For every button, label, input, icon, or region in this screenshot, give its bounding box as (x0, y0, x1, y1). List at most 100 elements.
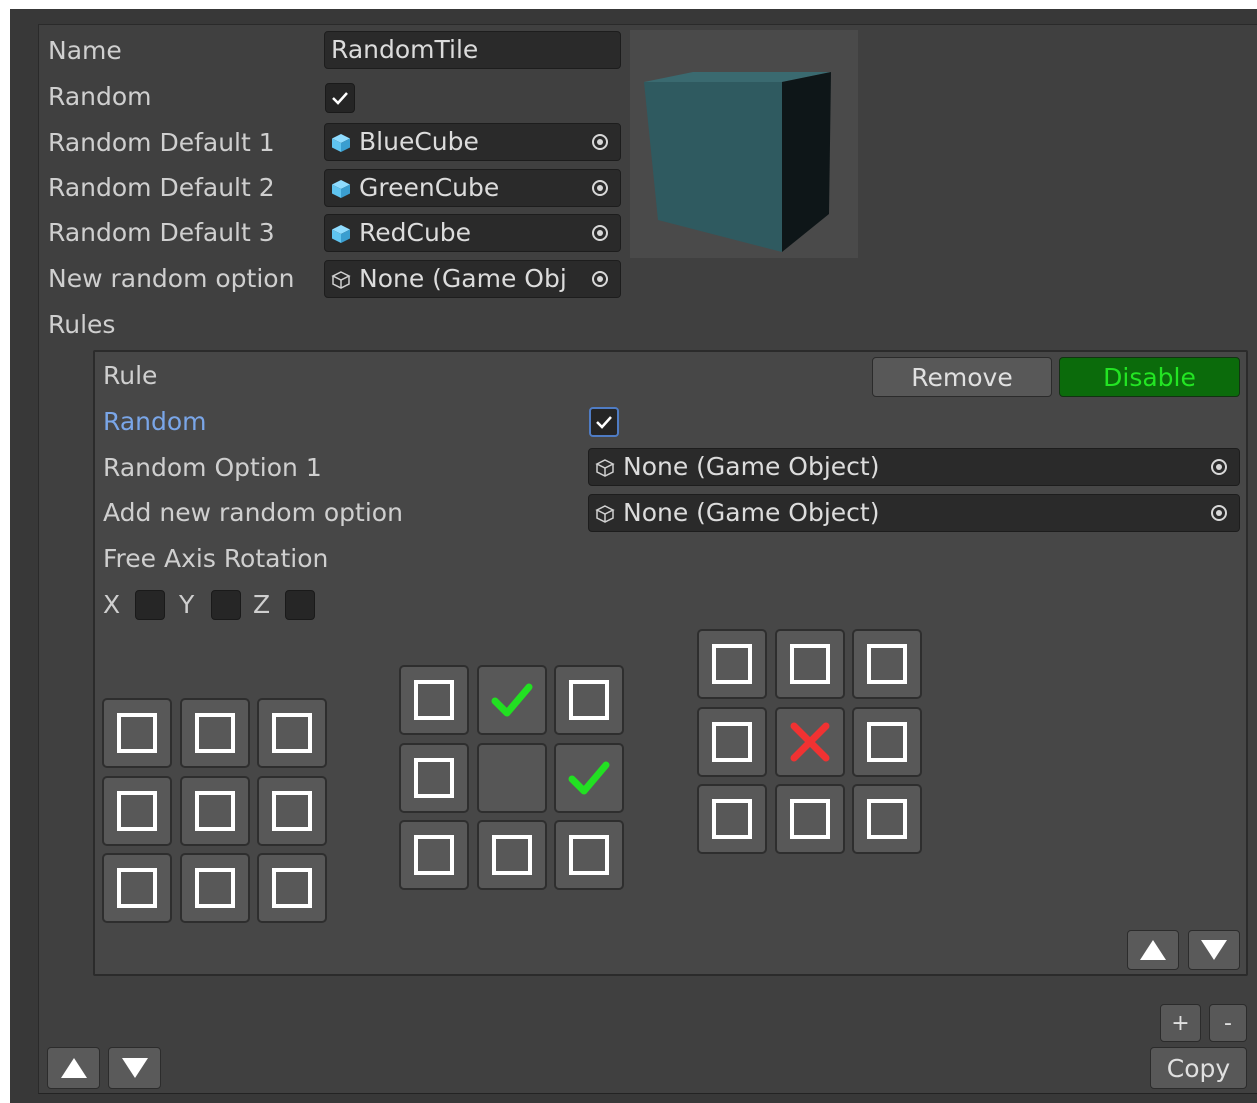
rule-random-label: Random (103, 407, 207, 436)
add-new-random-option-value: None (Game Object) (623, 498, 880, 527)
neighbor-cell[interactable] (697, 784, 767, 854)
free-axis-rotation-label: Free Axis Rotation (103, 544, 329, 573)
random-checkbox[interactable] (325, 83, 355, 113)
axis-y-label: Y (179, 590, 195, 619)
any-neighbor-icon (712, 644, 752, 684)
any-neighbor-icon (789, 644, 830, 684)
any-neighbor-icon (272, 790, 312, 831)
green-check-icon (568, 761, 610, 794)
disable-button[interactable]: Disable (1059, 357, 1240, 397)
random-default-2-value: GreenCube (359, 173, 500, 202)
neighbor-cell[interactable] (476, 742, 547, 813)
cube-preview-image (644, 72, 831, 252)
random-option-1-value: None (Game Object) (623, 452, 880, 481)
move-up-button[interactable] (47, 1047, 100, 1089)
neighbor-cell[interactable] (774, 784, 845, 854)
object-picker-button[interactable] (580, 215, 620, 251)
neighbor-cell[interactable] (697, 706, 767, 777)
neighbor-cell[interactable] (554, 820, 624, 890)
object-picker-button[interactable] (1199, 449, 1239, 485)
any-neighbor-icon (194, 868, 235, 908)
random-default-3-value: RedCube (359, 218, 472, 247)
object-picker-button[interactable] (580, 124, 620, 160)
neighbor-cell[interactable] (774, 629, 845, 699)
any-neighbor-icon (117, 868, 157, 908)
arrow-down-icon (1201, 940, 1227, 960)
any-neighbor-icon (867, 721, 907, 762)
any-neighbor-icon (272, 868, 312, 908)
axis-z-checkbox[interactable] (285, 590, 315, 620)
neighbor-cell[interactable] (257, 698, 327, 768)
random-label: Random (48, 82, 152, 111)
any-neighbor-icon (867, 644, 907, 684)
neighbor-cell[interactable] (554, 665, 624, 735)
add-new-random-option-field[interactable]: None (Game Object) (588, 494, 1240, 532)
neighbor-cell[interactable] (179, 775, 250, 846)
neighbor-cell[interactable] (476, 665, 547, 735)
blue-cube-icon (332, 225, 350, 243)
copy-button[interactable]: Copy (1150, 1047, 1247, 1089)
any-neighbor-icon (414, 680, 454, 720)
blue-cube-icon (332, 180, 350, 198)
target-icon (592, 271, 608, 287)
axis-z-label: Z (253, 590, 271, 619)
name-input[interactable]: RandomTile (324, 31, 621, 69)
remove-rule-button[interactable]: - (1209, 1004, 1247, 1042)
rule-move-up-button[interactable] (1127, 930, 1179, 970)
neighbor-cell[interactable] (257, 775, 327, 846)
neighbor-cell[interactable] (102, 698, 172, 768)
any-neighbor-icon (712, 721, 752, 762)
rule-move-down-button[interactable] (1188, 930, 1240, 970)
neighbor-cell[interactable] (179, 698, 250, 768)
arrow-up-icon (1140, 940, 1166, 960)
neighbor-cell[interactable] (852, 629, 922, 699)
random-default-2-field[interactable]: GreenCube (324, 169, 621, 207)
any-neighbor-icon (569, 680, 609, 720)
object-picker-button[interactable] (580, 170, 620, 206)
any-neighbor-icon (867, 799, 907, 839)
green-check-icon (491, 683, 532, 717)
rule-title: Rule (103, 361, 158, 390)
new-random-option-value: None (Game Obj (359, 264, 567, 293)
random-option-1-field[interactable]: None (Game Object) (588, 448, 1240, 486)
checkmark-icon (596, 416, 612, 429)
game-object-icon (331, 271, 351, 289)
neighbor-cell[interactable] (554, 742, 624, 813)
any-neighbor-icon (569, 835, 609, 875)
add-new-random-option-label: Add new random option (103, 498, 403, 527)
axis-x-label: X (103, 590, 121, 619)
rule-random-checkbox[interactable] (589, 407, 619, 437)
any-neighbor-icon (272, 713, 312, 753)
move-down-button[interactable] (108, 1047, 161, 1089)
neighbor-cell[interactable] (399, 742, 469, 813)
any-neighbor-icon (414, 757, 454, 798)
neighbor-cell[interactable] (102, 853, 172, 923)
game-object-icon (595, 505, 615, 523)
neighbor-cell[interactable] (102, 775, 172, 846)
axis-x-checkbox[interactable] (135, 590, 165, 620)
object-picker-button[interactable] (580, 261, 620, 297)
random-default-1-field[interactable]: BlueCube (324, 123, 621, 161)
object-picker-button[interactable] (1199, 495, 1239, 531)
new-random-option-field[interactable]: None (Game Obj (324, 260, 621, 298)
neighbor-cell[interactable] (852, 706, 922, 777)
random-option-1-label: Random Option 1 (103, 453, 322, 482)
random-default-3-field[interactable]: RedCube (324, 214, 621, 252)
random-default-3-label: Random Default 3 (48, 218, 275, 247)
arrow-down-icon (121, 1058, 148, 1078)
neighbor-cell[interactable] (774, 706, 845, 777)
add-rule-button[interactable]: + (1160, 1004, 1201, 1042)
red-cross-icon (790, 722, 829, 761)
neighbor-cell[interactable] (399, 820, 469, 890)
neighbor-cell[interactable] (852, 784, 922, 854)
neighbor-cell[interactable] (399, 665, 469, 735)
neighbor-cell[interactable] (697, 629, 767, 699)
blue-cube-icon (332, 134, 350, 152)
neighbor-cell[interactable] (179, 853, 250, 923)
name-label: Name (48, 36, 122, 65)
neighbor-cell[interactable] (476, 820, 547, 890)
tile-preview (630, 30, 858, 258)
remove-button[interactable]: Remove (872, 357, 1052, 397)
axis-y-checkbox[interactable] (211, 590, 241, 620)
neighbor-cell[interactable] (257, 853, 327, 923)
